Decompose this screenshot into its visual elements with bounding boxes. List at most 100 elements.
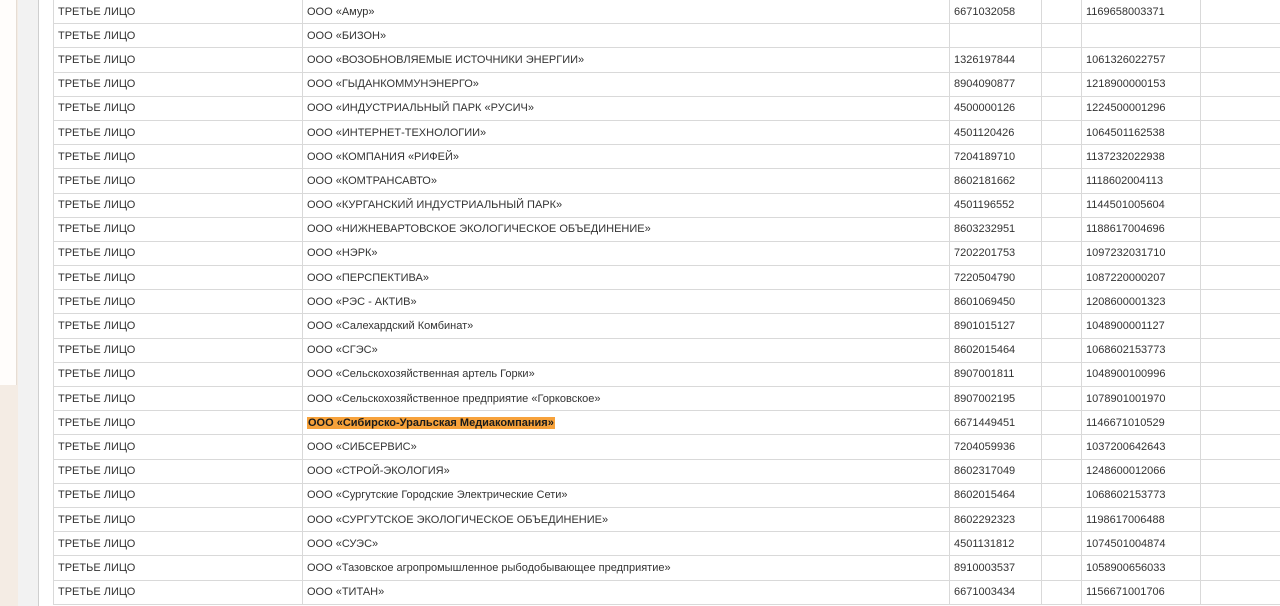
page: ТРЕТЬЕ ЛИЦО ООО «Амур» 6671032058 116965800… xyxy=(0,0,1280,606)
cell-inn: 8601069450 xyxy=(949,289,1042,315)
cell-organization-name: ООО «СТРОЙ-ЭКОЛОГИЯ» xyxy=(302,458,950,484)
cell-empty xyxy=(1200,95,1280,121)
cell-ogrn: 1068602153773 xyxy=(1081,337,1201,363)
cell-role: ТРЕТЬЕ ЛИЦО xyxy=(53,192,303,218)
cell-role: ТРЕТЬЕ ЛИЦО xyxy=(53,23,303,49)
cell-role: ТРЕТЬЕ ЛИЦО xyxy=(53,555,303,581)
cell-empty xyxy=(1041,385,1082,412)
cell-empty xyxy=(1041,0,1082,25)
cell-empty xyxy=(1041,313,1082,339)
table-row: ТРЕТЬЕ ЛИЦО ООО «СГЭС» 8602015464 106860215… xyxy=(53,337,1280,363)
table-row: ТРЕТЬЕ ЛИЦО ООО «КОМПАНИЯ «РИФЕЙ» 72041897… xyxy=(53,144,1280,170)
cell-empty xyxy=(1200,458,1280,484)
cell-ogrn: 1208600001323 xyxy=(1081,289,1201,315)
cell-ogrn: 1037200642643 xyxy=(1081,434,1201,460)
cell-inn: 8602181662 xyxy=(949,168,1042,194)
cell-inn: 4501120426 xyxy=(949,119,1042,146)
cell-inn: 7204189710 xyxy=(949,144,1042,170)
cell-role: ТРЕТЬЕ ЛИЦО xyxy=(53,482,303,508)
cell-inn: 6671449451 xyxy=(949,410,1042,436)
cell-empty xyxy=(1200,23,1280,49)
cell-empty xyxy=(1041,71,1082,97)
cell-inn: 8907002195 xyxy=(949,385,1042,412)
cell-role: ТРЕТЬЕ ЛИЦО xyxy=(53,216,303,242)
cell-empty xyxy=(1041,579,1082,605)
cell-empty xyxy=(1041,240,1082,267)
table-row: ТРЕТЬЕ ЛИЦО ООО «Сельскохозяйственное пре… xyxy=(53,385,1280,412)
table-row: ТРЕТЬЕ ЛИЦО ООО «НИЖНЕВАРТОВСКОЕ ЭКОЛОГИЧ… xyxy=(53,216,1280,242)
left-side-panel xyxy=(0,0,17,385)
cell-organization-name: ООО «СИБСЕРВИС» xyxy=(302,434,950,460)
cell-empty xyxy=(1200,144,1280,170)
cell-inn xyxy=(949,23,1042,49)
table-row: ТРЕТЬЕ ЛИЦО ООО «ТИТАН» 6671003434 11566710… xyxy=(53,579,1280,605)
table-row: ТРЕТЬЕ ЛИЦО ООО «КОМТРАНСАВТО» 8602181662 1… xyxy=(53,168,1280,194)
table-row: ТРЕТЬЕ ЛИЦО ООО «ИНТЕРНЕТ-ТЕХНОЛОГИИ» 4501… xyxy=(53,119,1280,146)
table-row: ТРЕТЬЕ ЛИЦО ООО «СТРОЙ-ЭКОЛОГИЯ» 860231704… xyxy=(53,458,1280,484)
cell-empty xyxy=(1041,506,1082,533)
cell-ogrn: 1058900656033 xyxy=(1081,555,1201,581)
cell-ogrn: 1064501162538 xyxy=(1081,119,1201,146)
highlighted-organization-name: ООО «Сибирско-Уральская Медиакомпания» xyxy=(307,416,555,429)
cell-organization-name: ООО «СУРГУТСКОЕ ЭКОЛОГИЧЕСКОЕ ОБЪЕДИНЕНИ… xyxy=(302,506,950,533)
cell-inn: 4501196552 xyxy=(949,192,1042,218)
cell-role: ТРЕТЬЕ ЛИЦО xyxy=(53,531,303,557)
cell-ogrn: 1218900000153 xyxy=(1081,71,1201,97)
cell-inn: 4501131812 xyxy=(949,531,1042,557)
table-row: ТРЕТЬЕ ЛИЦО ООО «СИБСЕРВИС» 7204059936 1037… xyxy=(53,434,1280,460)
cell-role: ТРЕТЬЕ ЛИЦО xyxy=(53,361,303,388)
cell-empty xyxy=(1041,458,1082,484)
cell-ogrn: 1097232031710 xyxy=(1081,240,1201,267)
cell-inn: 8603232951 xyxy=(949,216,1042,242)
cell-inn: 8602015464 xyxy=(949,482,1042,508)
cell-organization-name: ООО «Сельскохозяйственное предприятие «Г… xyxy=(302,385,950,412)
cell-ogrn: 1087220000207 xyxy=(1081,265,1201,291)
cell-inn: 7220504790 xyxy=(949,265,1042,291)
cell-empty xyxy=(1200,531,1280,557)
cell-role: ТРЕТЬЕ ЛИЦО xyxy=(53,337,303,363)
table-row: ТРЕТЬЕ ЛИЦО ООО «Тазовское агропромышленн… xyxy=(53,555,1280,581)
cell-inn: 7204059936 xyxy=(949,434,1042,460)
cell-ogrn: 1068602153773 xyxy=(1081,482,1201,508)
cell-organization-name: ООО «ВОЗОБНОВЛЯЕМЫЕ ИСТОЧНИКИ ЭНЕРГИИ» xyxy=(302,47,950,73)
cell-empty xyxy=(1041,482,1082,508)
content-area: ТРЕТЬЕ ЛИЦО ООО «Амур» 6671032058 116965800… xyxy=(38,0,1280,606)
cell-empty xyxy=(1041,434,1082,460)
cell-organization-name: ООО «СУЭС» xyxy=(302,531,950,557)
cell-inn: 4500000126 xyxy=(949,95,1042,121)
cell-empty xyxy=(1200,240,1280,267)
cell-role: ТРЕТЬЕ ЛИЦО xyxy=(53,95,303,121)
cell-role: ТРЕТЬЕ ЛИЦО xyxy=(53,458,303,484)
cell-empty xyxy=(1200,119,1280,146)
cell-inn: 8904090877 xyxy=(949,71,1042,97)
participants-table: ТРЕТЬЕ ЛИЦО ООО «Амур» 6671032058 116965800… xyxy=(53,0,1280,605)
cell-ogrn: 1188617004696 xyxy=(1081,216,1201,242)
cell-inn: 8602015464 xyxy=(949,337,1042,363)
table-row: ТРЕТЬЕ ЛИЦО ООО «Салехардский Комбинат» 89… xyxy=(53,313,1280,339)
cell-empty xyxy=(1041,410,1082,436)
cell-inn: 8901015127 xyxy=(949,313,1042,339)
cell-ogrn: 1048900100996 xyxy=(1081,361,1201,388)
cell-empty xyxy=(1200,579,1280,605)
cell-organization-name: ООО «ГЫДАНКОММУНЭНЕРГО» xyxy=(302,71,950,97)
cell-empty xyxy=(1200,216,1280,242)
cell-empty xyxy=(1200,192,1280,218)
cell-organization-name: ООО «СГЭС» xyxy=(302,337,950,363)
cell-empty xyxy=(1200,0,1280,25)
table-row: ТРЕТЬЕ ЛИЦО ООО «СУЭС» 4501131812 107450100… xyxy=(53,531,1280,557)
cell-ogrn: 1198617006488 xyxy=(1081,506,1201,533)
cell-empty xyxy=(1041,555,1082,581)
cell-empty xyxy=(1041,47,1082,73)
cell-organization-name: ООО «Сургутские Городские Электрические … xyxy=(302,482,950,508)
cell-organization-name: ООО «КОМПАНИЯ «РИФЕЙ» xyxy=(302,144,950,170)
cell-empty xyxy=(1041,289,1082,315)
cell-empty xyxy=(1200,361,1280,388)
cell-ogrn: 1061326022757 xyxy=(1081,47,1201,73)
cell-organization-name: ООО «РЭС - АКТИВ» xyxy=(302,289,950,315)
cell-organization-name: ООО «НЭРК» xyxy=(302,240,950,267)
cell-empty xyxy=(1041,265,1082,291)
table-row: ТРЕТЬЕ ЛИЦО ООО «РЭС - АКТИВ» 8601069450 12… xyxy=(53,289,1280,315)
cell-inn: 6671003434 xyxy=(949,579,1042,605)
cell-inn: 8602317049 xyxy=(949,458,1042,484)
cell-role: ТРЕТЬЕ ЛИЦО xyxy=(53,579,303,605)
